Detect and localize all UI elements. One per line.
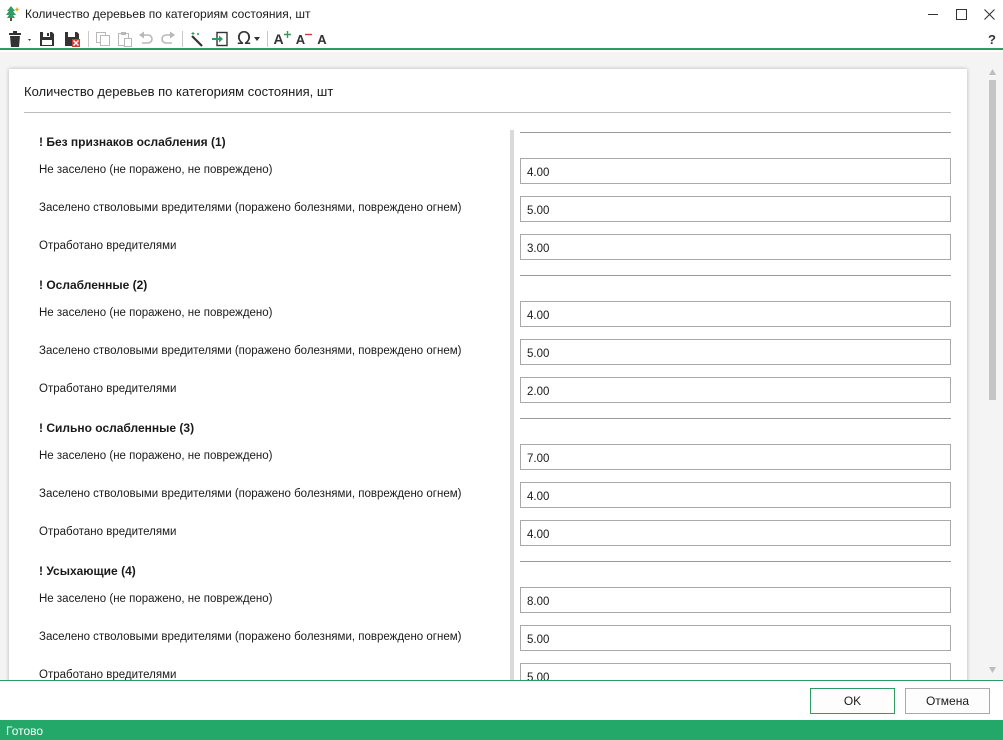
value-field[interactable] (520, 301, 951, 327)
font-decrease-icon: A (295, 31, 306, 47)
cancel-button[interactable]: Отмена (905, 688, 990, 714)
form-title: Количество деревьев по категориям состоя… (24, 84, 334, 99)
value-field[interactable] (520, 444, 951, 470)
status-bar: Готово (0, 720, 1003, 740)
omega-icon: Ω (237, 28, 251, 49)
value-field[interactable] (520, 663, 951, 680)
title-bar: Количество деревьев по категориям состоя… (0, 0, 1003, 28)
column-splitter[interactable] (510, 130, 514, 680)
row-label: Отработано вредителями (39, 383, 177, 395)
section-heading: ! Ослабленные (2) (39, 278, 148, 292)
undo-button[interactable] (137, 29, 155, 49)
undo-icon (139, 31, 153, 44)
section-heading: ! Сильно ослабленные (3) (39, 421, 195, 435)
font-increase-icon: A (273, 31, 284, 47)
floppy-close-icon (65, 32, 80, 47)
wand-button[interactable] (188, 29, 206, 49)
form-panel: Количество деревьев по категориям состоя… (9, 69, 967, 680)
value-field[interactable] (520, 158, 951, 184)
row-label: Не заселено (не поражено, не повреждено) (39, 450, 273, 462)
font-increase-button[interactable]: A (272, 29, 292, 49)
value-field[interactable] (520, 196, 951, 222)
value-field[interactable] (520, 377, 951, 403)
section-divider (520, 418, 951, 419)
row-label: Не заселено (не поражено, не повреждено) (39, 593, 273, 605)
help-button[interactable]: ? (984, 29, 1000, 49)
help-icon: ? (988, 31, 996, 47)
value-field[interactable] (520, 482, 951, 508)
copy-button[interactable] (94, 29, 112, 49)
vertical-scrollbar[interactable] (985, 66, 999, 678)
plus-icon (283, 31, 291, 38)
symbol-dropdown-button[interactable]: Ω (234, 29, 264, 49)
redo-icon (161, 31, 175, 44)
insert-arrow-icon (212, 31, 228, 47)
minimize-button[interactable] (918, 0, 948, 28)
minus-icon (305, 33, 313, 36)
insert-button[interactable] (210, 29, 230, 49)
chevron-down-icon (253, 37, 260, 41)
row-label: Отработано вредителями (39, 240, 177, 252)
redo-button[interactable] (159, 29, 177, 49)
scroll-down-icon[interactable] (988, 666, 997, 674)
row-label: Отработано вредителями (39, 526, 177, 538)
row-label: Не заселено (не поражено, не повреждено) (39, 164, 273, 176)
row-label: Заселено стволовыми вредителями (поражен… (39, 345, 462, 357)
title-divider (24, 112, 951, 113)
save-close-button[interactable] (63, 29, 81, 49)
paste-icon (118, 32, 132, 47)
value-field[interactable] (520, 587, 951, 613)
row-label: Заселено стволовыми вредителями (поражен… (39, 202, 462, 214)
trash-icon (9, 31, 31, 47)
close-icon (983, 8, 995, 20)
dialog-window: Количество деревьев по категориям состоя… (0, 0, 1003, 740)
ok-button[interactable]: OK (810, 688, 895, 714)
toolbar-separator (182, 31, 183, 47)
minimize-icon (928, 14, 938, 15)
scroll-up-icon[interactable] (988, 68, 997, 76)
value-field[interactable] (520, 234, 951, 260)
floppy-icon (40, 32, 54, 46)
tree-app-icon (5, 5, 21, 21)
section-heading: ! Без признаков ослабления (1) (39, 135, 226, 149)
maximize-button[interactable] (946, 0, 976, 28)
value-field[interactable] (520, 520, 951, 546)
font-reset-icon: A (317, 31, 327, 47)
section-heading: ! Усыхающие (4) (39, 564, 136, 578)
window-title: Количество деревьев по категориям состоя… (25, 7, 311, 21)
value-field[interactable] (520, 339, 951, 365)
toolbar-separator (267, 31, 268, 47)
delete-dropdown-button[interactable] (6, 29, 34, 49)
status-text: Готово (6, 724, 44, 738)
font-reset-button[interactable]: A (314, 29, 330, 49)
content-area: Количество деревьев по категориям состоя… (0, 52, 1003, 680)
section-divider (520, 132, 951, 133)
row-label: Не заселено (не поражено, не повреждено) (39, 307, 273, 319)
toolbar: Ω A A A ? (0, 28, 1003, 50)
save-button[interactable] (38, 29, 56, 49)
paste-button[interactable] (116, 29, 134, 49)
magic-wand-icon (191, 32, 203, 47)
font-decrease-button[interactable]: A (294, 29, 314, 49)
close-button[interactable] (974, 0, 1003, 28)
section-divider (520, 561, 951, 562)
dialog-footer: OK Отмена (0, 680, 1003, 720)
row-label: Заселено стволовыми вредителями (поражен… (39, 631, 462, 643)
value-field[interactable] (520, 625, 951, 651)
maximize-icon (955, 8, 967, 20)
scroll-thumb[interactable] (989, 80, 996, 400)
copy-icon (96, 32, 110, 46)
section-divider (520, 275, 951, 276)
toolbar-separator (88, 31, 89, 47)
row-label: Заселено стволовыми вредителями (поражен… (39, 488, 462, 500)
row-label: Отработано вредителями (39, 669, 177, 680)
